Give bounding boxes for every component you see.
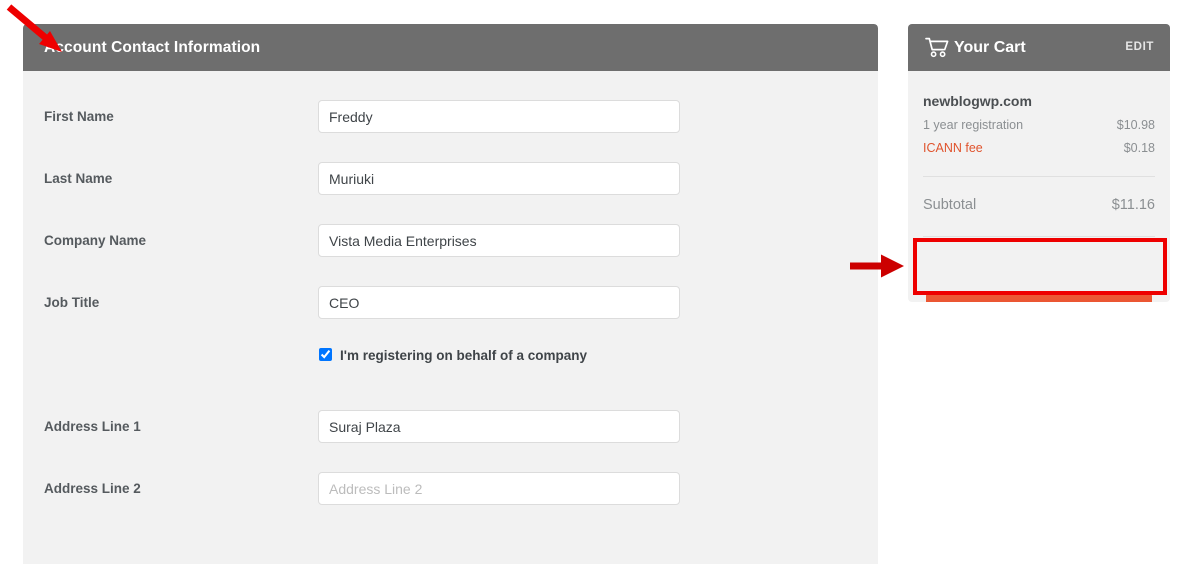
last-name-input[interactable] (318, 162, 680, 195)
form-row-first-name: First Name (23, 86, 878, 148)
cart-body: newblogwp.com 1 year registration $10.98… (908, 71, 1170, 302)
cart-line-value: $0.18 (1123, 141, 1155, 155)
address-line-1-input[interactable] (318, 410, 680, 443)
registering-on-behalf-of-company-label[interactable]: I'm registering on behalf of a company (340, 334, 587, 378)
form-row-last-name: Last Name (23, 148, 878, 210)
page-root: Account Contact Information First Name L… (0, 0, 1200, 564)
cart-edit-button[interactable]: EDIT (1125, 24, 1154, 71)
last-name-label: Last Name (44, 171, 113, 186)
form-row-job-title: Job Title (23, 272, 878, 334)
address-line-2-label: Address Line 2 (44, 481, 141, 496)
form-row-company-name: Company Name (23, 210, 878, 272)
continue-button[interactable]: Continue (926, 292, 1152, 302)
form-row-company-checkbox: I'm registering on behalf of a company (23, 334, 878, 378)
cart-item-domain-name: newblogwp.com (923, 93, 1032, 109)
cart-line-value: $10.98 (1116, 118, 1155, 132)
company-name-label: Company Name (44, 233, 147, 248)
panel-header: Account Contact Information (23, 24, 878, 71)
cart-subtotal-label: Subtotal (923, 197, 977, 213)
first-name-label: First Name (44, 109, 114, 124)
address-line-2-input[interactable] (318, 472, 680, 505)
job-title-input[interactable] (318, 286, 680, 319)
cart-subtotal-value: $11.16 (1111, 197, 1155, 213)
registering-on-behalf-of-company-checkbox[interactable] (319, 348, 332, 361)
form-body: First Name Last Name Company Name Job Ti… (23, 71, 878, 564)
account-contact-information-panel: Account Contact Information First Name L… (23, 24, 878, 564)
cart-divider-top (923, 176, 1155, 177)
page-title: Account Contact Information (44, 39, 261, 56)
your-cart-panel: Your Cart EDIT newblogwp.com 1 year regi… (908, 24, 1170, 302)
form-row-address-line-1: Address Line 1 (23, 396, 878, 458)
shopping-cart-icon (925, 37, 949, 58)
cart-line-item: 1 year registration $10.98 (923, 118, 1155, 136)
address-line-1-label: Address Line 1 (44, 419, 141, 434)
job-title-label: Job Title (44, 295, 100, 310)
first-name-input[interactable] (318, 100, 680, 133)
cart-line-label: 1 year registration (923, 118, 1024, 132)
cart-line-label: ICANN fee (923, 141, 983, 155)
cart-title: Your Cart (954, 39, 1026, 56)
form-row-address-line-2: Address Line 2 (23, 458, 878, 520)
company-name-input[interactable] (318, 224, 680, 257)
cart-divider-bottom (923, 236, 1155, 237)
cart-line-item: ICANN fee $0.18 (923, 141, 1155, 159)
cart-subtotal-row: Subtotal $11.16 (923, 197, 1155, 217)
cart-header: Your Cart EDIT (908, 24, 1170, 71)
